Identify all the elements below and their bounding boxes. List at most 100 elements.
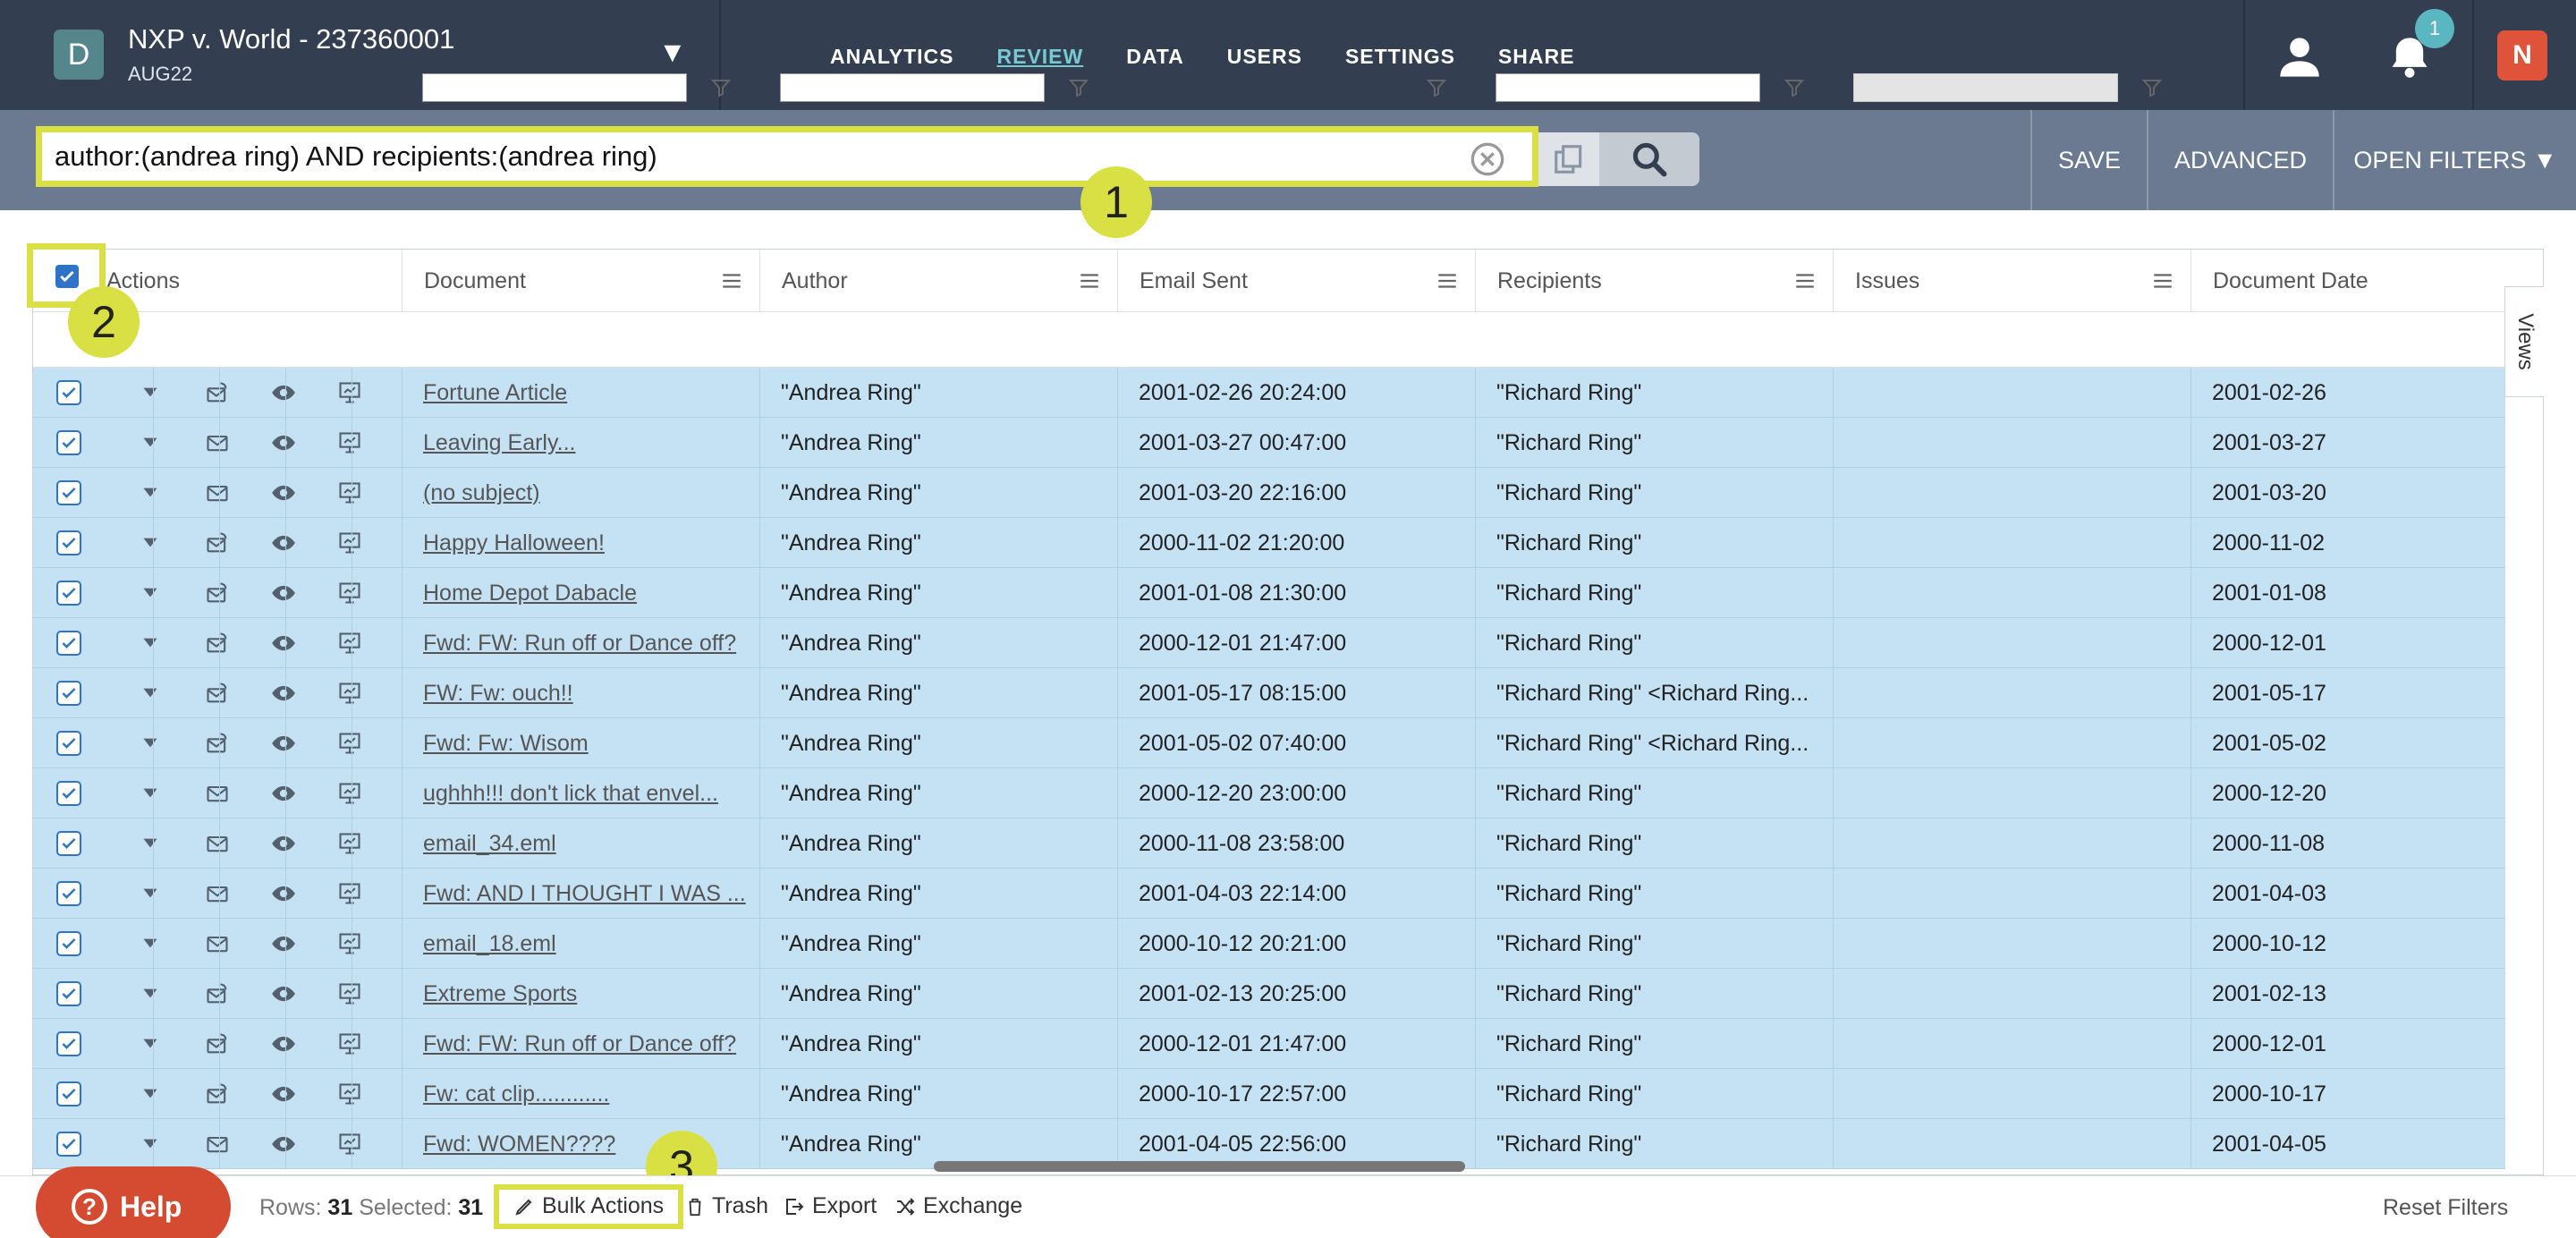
mail-attachment-icon[interactable] bbox=[205, 631, 230, 656]
row-checkbox[interactable] bbox=[56, 430, 81, 455]
presentation-icon[interactable] bbox=[337, 881, 362, 906]
table-row[interactable]: Leaving Early... "Andrea Ring" 2001-03-27 … bbox=[33, 418, 2505, 468]
eye-icon[interactable] bbox=[271, 380, 296, 405]
document-link[interactable]: Fwd: FW: Run off or Dance off? bbox=[423, 1019, 754, 1069]
project-title[interactable]: NXP v. World - 237360001 bbox=[128, 23, 454, 55]
exchange-button[interactable]: Exchange bbox=[894, 1193, 1022, 1219]
table-row[interactable]: email_18.eml "Andrea Ring" 2000-10-12 20:2… bbox=[33, 919, 2505, 969]
chevron-down-icon[interactable] bbox=[139, 1031, 164, 1056]
table-row[interactable]: Home Depot Dabacle "Andrea Ring" 2001-01-0… bbox=[33, 568, 2505, 618]
chevron-down-icon[interactable] bbox=[139, 380, 164, 405]
presentation-icon[interactable] bbox=[337, 831, 362, 856]
user-icon[interactable] bbox=[2276, 34, 2323, 81]
row-checkbox[interactable] bbox=[56, 631, 81, 656]
chevron-down-icon[interactable] bbox=[139, 681, 164, 706]
chevron-down-icon[interactable] bbox=[139, 781, 164, 806]
document-link[interactable]: Fwd: Fw: Wisom bbox=[423, 718, 754, 768]
row-checkbox[interactable] bbox=[56, 1132, 81, 1157]
mail-icon[interactable] bbox=[205, 781, 230, 806]
column-menu-icon[interactable] bbox=[1078, 269, 1101, 293]
row-checkbox[interactable] bbox=[56, 731, 81, 756]
mail-attachment-icon[interactable] bbox=[205, 681, 230, 706]
views-panel-tab[interactable]: Views bbox=[2504, 286, 2544, 397]
eye-icon[interactable] bbox=[271, 1031, 296, 1056]
row-checkbox[interactable] bbox=[56, 781, 81, 806]
mail-attachment-icon[interactable] bbox=[205, 1031, 230, 1056]
filter-icon[interactable] bbox=[1426, 77, 1447, 98]
chevron-down-icon[interactable] bbox=[139, 581, 164, 606]
column-header-issues[interactable]: Issues bbox=[1833, 250, 2190, 312]
column-menu-icon[interactable] bbox=[2151, 269, 2174, 293]
save-button[interactable]: SAVE bbox=[2030, 110, 2147, 210]
row-checkbox[interactable] bbox=[56, 881, 81, 906]
filter-icon[interactable] bbox=[2141, 77, 2163, 98]
bulk-actions-button[interactable]: Bulk Actions bbox=[513, 1193, 664, 1219]
chevron-down-icon[interactable] bbox=[139, 881, 164, 906]
table-row[interactable]: Happy Halloween! "Andrea Ring" 2000-11-02 … bbox=[33, 518, 2505, 568]
chevron-down-icon[interactable] bbox=[139, 1132, 164, 1157]
nav-item-review[interactable]: REVIEW bbox=[997, 45, 1084, 69]
table-row[interactable]: Fw: cat clip............ "Andrea Ring" 200… bbox=[33, 1069, 2505, 1119]
row-checkbox[interactable] bbox=[56, 681, 81, 706]
column-header-author[interactable]: Author bbox=[759, 250, 1117, 312]
column-header-email-sent[interactable]: Email Sent bbox=[1117, 250, 1475, 312]
table-row[interactable]: Fwd: FW: Run off or Dance off? "Andrea Ri… bbox=[33, 1019, 2505, 1069]
presentation-icon[interactable] bbox=[337, 931, 362, 956]
row-checkbox[interactable] bbox=[56, 1081, 81, 1107]
presentation-icon[interactable] bbox=[337, 530, 362, 555]
mail-attachment-icon[interactable] bbox=[205, 380, 230, 405]
table-row[interactable]: Fwd: AND I THOUGHT I WAS ... "Andrea Ring… bbox=[33, 869, 2505, 919]
column-menu-icon[interactable] bbox=[1436, 269, 1459, 293]
presentation-icon[interactable] bbox=[337, 480, 362, 505]
document-link[interactable]: (no subject) bbox=[423, 468, 754, 518]
eye-icon[interactable] bbox=[271, 681, 296, 706]
filter-icon[interactable] bbox=[1784, 77, 1805, 98]
eye-icon[interactable] bbox=[271, 1081, 296, 1107]
nav-item-data[interactable]: DATA bbox=[1126, 45, 1183, 69]
column-menu-icon[interactable] bbox=[720, 269, 743, 293]
eye-icon[interactable] bbox=[271, 631, 296, 656]
table-row[interactable]: FW: Fw: ouch!! "Andrea Ring" 2001-05-17 08… bbox=[33, 668, 2505, 718]
project-dropdown-caret[interactable]: ▼ bbox=[658, 36, 687, 69]
eye-icon[interactable] bbox=[271, 781, 296, 806]
chevron-down-icon[interactable] bbox=[139, 1081, 164, 1107]
presentation-icon[interactable] bbox=[337, 380, 362, 405]
eye-icon[interactable] bbox=[271, 480, 296, 505]
document-link[interactable]: FW: Fw: ouch!! bbox=[423, 668, 754, 718]
presentation-icon[interactable] bbox=[337, 581, 362, 606]
table-row[interactable]: ughhh!!! don't lick that envel... "Andrea… bbox=[33, 768, 2505, 818]
presentation-icon[interactable] bbox=[337, 1081, 362, 1107]
mail-attachment-icon[interactable] bbox=[205, 581, 230, 606]
presentation-icon[interactable] bbox=[337, 430, 362, 455]
eye-icon[interactable] bbox=[271, 881, 296, 906]
nav-item-analytics[interactable]: ANALYTICS bbox=[830, 45, 954, 69]
table-row[interactable]: Extreme Sports "Andrea Ring" 2001-02-13 20… bbox=[33, 969, 2505, 1019]
mail-icon[interactable] bbox=[205, 831, 230, 856]
nav-item-users[interactable]: USERS bbox=[1227, 45, 1302, 69]
table-row[interactable]: (no subject) "Andrea Ring" 2001-03-20 22:1… bbox=[33, 468, 2505, 518]
chevron-down-icon[interactable] bbox=[139, 530, 164, 555]
presentation-icon[interactable] bbox=[337, 981, 362, 1006]
project-badge[interactable]: D bbox=[54, 30, 104, 80]
eye-icon[interactable] bbox=[271, 1132, 296, 1157]
filter-icon[interactable] bbox=[710, 77, 732, 98]
eye-icon[interactable] bbox=[271, 530, 296, 555]
document-link[interactable]: Home Depot Dabacle bbox=[423, 568, 754, 618]
row-checkbox[interactable] bbox=[56, 581, 81, 606]
row-checkbox[interactable] bbox=[56, 831, 81, 856]
column-header-document-date[interactable]: Document Date bbox=[2190, 250, 2543, 312]
document-link[interactable]: Happy Halloween! bbox=[423, 518, 754, 568]
nav-item-settings[interactable]: SETTINGS bbox=[1345, 45, 1455, 69]
eye-icon[interactable] bbox=[271, 731, 296, 756]
presentation-icon[interactable] bbox=[337, 631, 362, 656]
author-filter-input[interactable] bbox=[780, 73, 1045, 102]
presentation-icon[interactable] bbox=[337, 731, 362, 756]
chevron-down-icon[interactable] bbox=[139, 731, 164, 756]
document-link[interactable]: Fwd: AND I THOUGHT I WAS ... bbox=[423, 869, 754, 919]
open-filters-button[interactable]: OPEN FILTERS ▼ bbox=[2333, 110, 2576, 210]
mail-attachment-icon[interactable] bbox=[205, 731, 230, 756]
document-link[interactable]: Fortune Article bbox=[423, 368, 754, 418]
chevron-down-icon[interactable] bbox=[139, 480, 164, 505]
trash-button[interactable]: Trash bbox=[685, 1193, 768, 1219]
presentation-icon[interactable] bbox=[337, 1132, 362, 1157]
